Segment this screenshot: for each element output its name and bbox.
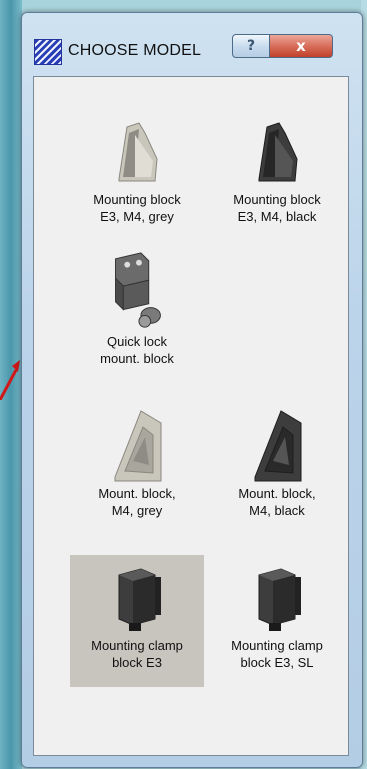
model-label-line2: block E3, SL bbox=[240, 655, 314, 670]
model-label-line1: Mounting clamp bbox=[231, 638, 323, 653]
model-item-quick-lock-mount-block[interactable]: Quick lock mount. block bbox=[70, 245, 204, 367]
model-label-line2: M4, grey bbox=[111, 503, 163, 518]
mount-block-triangle-icon bbox=[114, 410, 162, 482]
model-label-line1: Quick lock bbox=[107, 334, 167, 349]
model-item-mounting-block-e3-m4-grey[interactable]: Mounting block E3, M4, grey bbox=[70, 109, 204, 231]
dialog-title: CHOOSE MODEL bbox=[68, 42, 202, 59]
model-item-mount-block-m4-black[interactable]: Mount. block, M4, black bbox=[210, 399, 344, 521]
model-label-line1: Mount. block, bbox=[98, 486, 176, 501]
model-label-line2: E3, M4, grey bbox=[100, 209, 174, 224]
title-bar[interactable]: CHOOSE MODEL ? x bbox=[22, 13, 362, 75]
model-label-line1: Mounting block bbox=[233, 192, 321, 207]
clamp-block-icon bbox=[258, 568, 301, 631]
model-label-line2: mount. block bbox=[100, 351, 174, 366]
model-item-mount-block-m4-grey[interactable]: Mount. block, M4, grey bbox=[70, 399, 204, 521]
model-item-mounting-clamp-block-e3-sl[interactable]: Mounting clamp block E3, SL bbox=[210, 555, 344, 687]
model-label-line2: M4, black bbox=[249, 503, 305, 518]
app-icon bbox=[34, 39, 62, 65]
mounting-block-icon bbox=[118, 122, 158, 182]
quick-lock-bracket-icon bbox=[115, 252, 161, 328]
help-button[interactable]: ? bbox=[232, 34, 270, 58]
red-arrow-icon bbox=[0, 360, 20, 400]
model-label-line1: Mount. block, bbox=[238, 486, 316, 501]
model-label-line1: Mounting block bbox=[93, 192, 181, 207]
model-label-line1: Mounting clamp bbox=[91, 638, 183, 653]
mount-block-triangle-icon bbox=[254, 410, 302, 482]
close-button[interactable]: x bbox=[269, 34, 333, 58]
choose-model-dialog: CHOOSE MODEL ? x Mounting block E3, M4, g… bbox=[21, 12, 363, 768]
model-item-mounting-clamp-block-e3[interactable]: Mounting clamp block E3 bbox=[70, 555, 204, 687]
model-item-mounting-block-e3-m4-black[interactable]: Mounting block E3, M4, black bbox=[210, 109, 344, 231]
mounting-block-icon bbox=[258, 122, 298, 182]
model-label-line2: E3, M4, black bbox=[237, 209, 317, 224]
clamp-block-icon bbox=[118, 568, 161, 631]
model-label-line2: block E3 bbox=[112, 655, 162, 670]
model-list: Mounting block E3, M4, grey Mounting bloc… bbox=[33, 76, 349, 756]
